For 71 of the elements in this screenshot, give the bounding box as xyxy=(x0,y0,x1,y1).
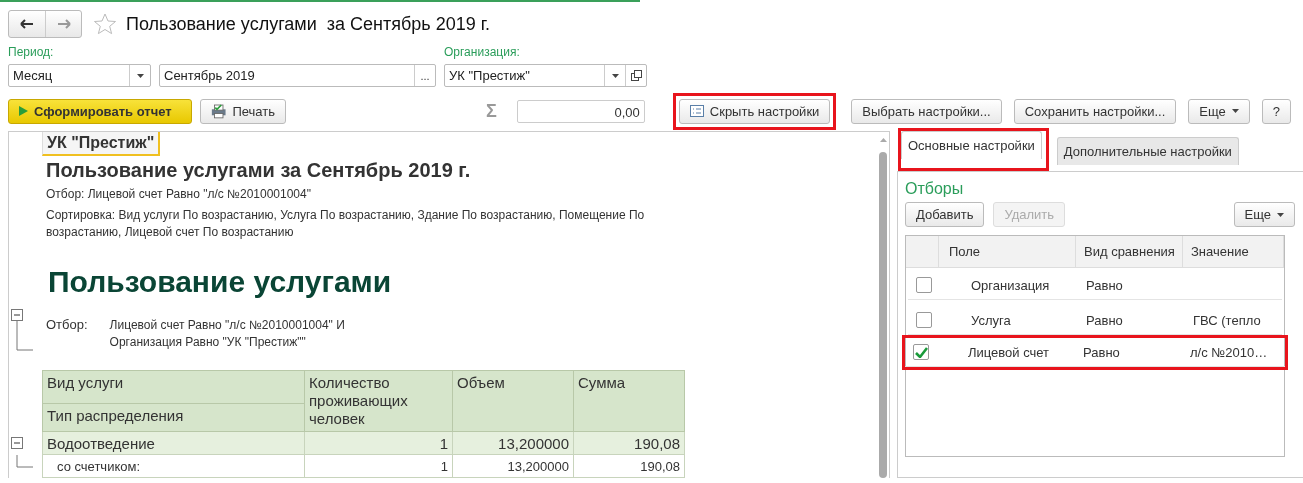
filter-condition: Организация Равно "УК "Престиж"" xyxy=(109,334,307,351)
forward-arrow-icon xyxy=(56,19,71,29)
more-button[interactable]: Еще xyxy=(1188,98,1250,124)
generate-report-button[interactable]: Сформировать отчет xyxy=(8,98,192,124)
sum-sign: Σ xyxy=(486,100,497,122)
dropdown-icon xyxy=(611,73,619,78)
toolbar-button[interactable]: ? xyxy=(1261,98,1291,124)
list-icon xyxy=(689,105,704,117)
table-cell: 13,200000 xyxy=(452,454,574,478)
table-cell-text: Равно xyxy=(1085,312,1124,328)
section-title: Отборы xyxy=(905,180,965,198)
tab[interactable]: Основные настройки xyxy=(901,131,1042,159)
table-cell: 190,08 xyxy=(573,454,685,478)
toolbar-button[interactable]: Выбрать настройки... xyxy=(851,98,1002,124)
table-cell: л/с №2010… xyxy=(1190,344,1268,360)
column-header: Вид сравнения xyxy=(1076,236,1183,267)
table-cell: 1 xyxy=(304,431,453,455)
checkbox[interactable] xyxy=(916,312,932,328)
column-header: Вид услуги xyxy=(42,370,305,404)
star-icon[interactable] xyxy=(94,13,116,35)
table-cell-text: Равно xyxy=(1082,344,1121,360)
filter-text: Отбор: Лицевой счет Равно "л/с №2010001004" xyxy=(46,186,312,203)
field-label: Организация: xyxy=(444,45,521,59)
hide-settings-button[interactable]: Скрыть настройки xyxy=(678,98,831,124)
organization-cell: УК "Престиж" xyxy=(42,132,161,156)
table-cell: ГВС (тепло xyxy=(1193,312,1261,328)
play-icon xyxy=(19,106,28,116)
table-cell: 13,200000 xyxy=(452,431,574,455)
select-button[interactable]: ... xyxy=(414,65,435,86)
add-button[interactable]: Добавить xyxy=(905,202,985,227)
back-arrow-icon xyxy=(20,19,34,29)
print-button[interactable]: Печать xyxy=(200,98,286,124)
column-header: Тип распределения xyxy=(42,403,305,432)
column-header: Значение xyxy=(1183,236,1284,267)
sort-text: Сортировка: Вид услуги По возрастанию, Услуга По возрастанию, Здание По возрастанию, Помещение По возрастанию, Лицевой счет По возрастанию xyxy=(46,207,646,241)
table-cell-text: Равно xyxy=(1085,277,1124,293)
period-field[interactable]: Сентябрь 2019 ... xyxy=(159,64,436,87)
window-title: Пользование услугами за Сентябрь 2019 г. xyxy=(126,13,491,35)
scroll-up-icon xyxy=(879,138,887,142)
column-header: Сумма xyxy=(573,370,685,432)
checkbox[interactable] xyxy=(913,344,929,360)
table-cell-text: Услуга xyxy=(970,312,1012,328)
table-cell-text: Организация xyxy=(970,277,1051,293)
dropdown-icon xyxy=(136,73,144,78)
dropdown-icon xyxy=(1277,212,1284,217)
sum-field: 0,00 xyxy=(516,99,645,123)
table-cell: 190,08 xyxy=(573,431,685,455)
table-cell: Водоотведение xyxy=(42,431,305,455)
tree-collapse-icon[interactable] xyxy=(9,309,33,351)
tab[interactable]: Дополнительные настройки xyxy=(1056,137,1239,165)
column-header: Объем xyxy=(452,370,574,432)
report-title: Пользование услугами за Сентябрь 2019 г. xyxy=(46,159,472,182)
table-cell: 1 xyxy=(304,454,453,478)
organization-select[interactable]: УК "Престиж" xyxy=(444,64,647,87)
more-button[interactable]: Еще xyxy=(1233,202,1295,227)
dropdown-icon xyxy=(1231,109,1239,113)
printer-icon xyxy=(211,103,227,119)
scrollbar-thumb[interactable] xyxy=(879,152,887,478)
column-header: Поле xyxy=(939,236,1076,267)
field-label: Период: xyxy=(8,45,55,59)
filter-condition: Лицевой счет Равно "л/с №2010001004" И xyxy=(109,317,345,334)
report-heading: Пользование услугами xyxy=(48,265,393,299)
toolbar-button[interactable]: Сохранить настройки... xyxy=(1013,98,1177,124)
period-select[interactable]: Месяц xyxy=(8,64,151,87)
filter-label: Отбор: xyxy=(46,317,88,334)
table-cell: со счетчиком: xyxy=(42,454,305,478)
table-cell-text: Лицевой счет xyxy=(967,344,1051,360)
column-header: Количество проживающих человек xyxy=(304,370,453,432)
checkmark-icon xyxy=(914,346,928,358)
checkbox[interactable] xyxy=(916,277,932,293)
open-icon xyxy=(630,70,642,81)
